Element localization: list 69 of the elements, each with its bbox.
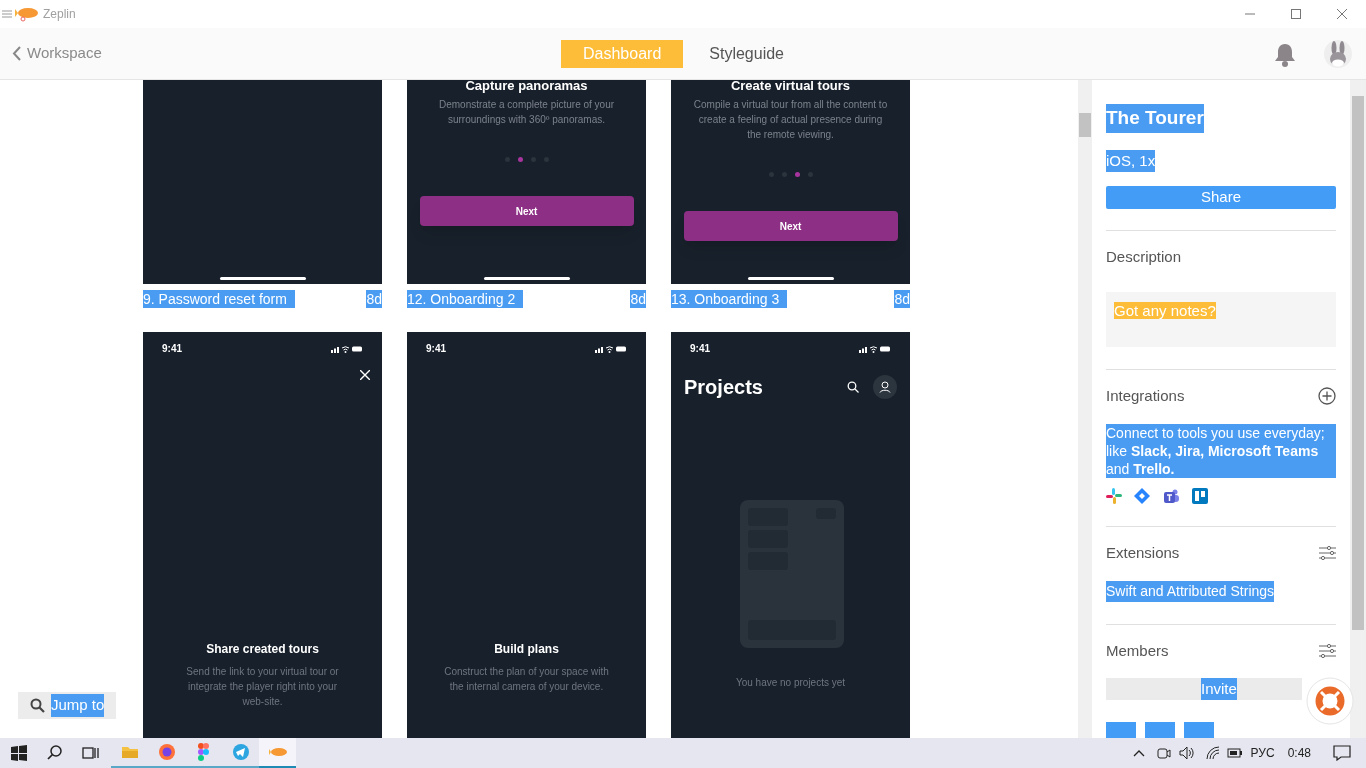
settings-sliders-icon[interactable]	[1319, 644, 1336, 659]
search-icon	[30, 698, 45, 713]
settings-sliders-icon[interactable]	[1319, 545, 1336, 560]
platform-label: iOS, 1x	[1106, 149, 1156, 172]
screen-description: Send the link to your virtual tour or integrate the player right into your web-site.	[185, 665, 340, 709]
jump-to-label: Jump to	[51, 694, 105, 717]
section-title: Integrations	[1106, 386, 1185, 406]
screen-title: Build plans	[494, 641, 559, 658]
artboard-age: 8d	[894, 290, 910, 308]
screen-title: Create virtual tours	[730, 80, 851, 93]
telegram-icon	[231, 743, 250, 761]
status-time: 9:41	[690, 342, 710, 356]
zeppelin-icon	[15, 6, 39, 22]
task-view-icon[interactable]	[82, 745, 99, 761]
section-title: Members	[1106, 641, 1169, 661]
teams-icon[interactable]	[1162, 487, 1180, 504]
search-icon[interactable]	[847, 381, 859, 393]
profile-icon[interactable]	[873, 375, 897, 399]
chevron-up-icon[interactable]	[1132, 749, 1145, 757]
artboard-screen[interactable]: 9:41 Build plans Construct the plan of your space with the internal camera of your device.	[407, 332, 646, 738]
scrollbar[interactable]	[1350, 80, 1366, 738]
search-icon[interactable]	[47, 745, 63, 761]
artboard-screen[interactable]: Create virtual tours Compile a virtual tour from all the content to create a feeling of actual presence during the remote viewing. Next	[671, 80, 910, 284]
avatar-icon[interactable]	[1324, 39, 1352, 68]
notes-placeholder: Got any notes?	[1114, 302, 1216, 319]
language-indicator[interactable]: РУС	[1250, 744, 1275, 762]
nav-tab[interactable]: Styleguide	[687, 40, 806, 68]
volume-icon[interactable]	[1178, 746, 1195, 760]
trello-icon[interactable]	[1192, 487, 1208, 504]
screen-description: Compile a virtual tour from all the content to create a feeling of actual presence during the remote viewing.	[692, 98, 889, 142]
status-time: 9:41	[426, 342, 446, 356]
artboard-screen[interactable]: 9:41 Projects You have no projects yet	[671, 332, 910, 738]
integrations-description: Connect to tools you use everyday; like Slack, Jira, Microsoft Teams and Trello.	[1106, 423, 1336, 478]
artboard-screen[interactable]: Capture panoramas Demonstrate a complete picture of your surroundings with 360º panoramas. Next	[407, 80, 646, 284]
lifebuoy-icon[interactable]	[1306, 677, 1354, 725]
battery-icon[interactable]	[1226, 748, 1243, 758]
next-button[interactable]: Next	[419, 196, 634, 226]
scrollbar[interactable]	[1078, 80, 1092, 738]
artboard-age: 8d	[366, 290, 382, 308]
empty-state-text: You have no projects yet	[734, 676, 847, 690]
wifi-icon[interactable]	[1204, 746, 1221, 760]
window-title: Zeplin	[43, 6, 76, 23]
screen-title: Projects	[684, 375, 764, 400]
screen-title: Capture panoramas	[465, 80, 588, 93]
status-icons-icon	[595, 344, 627, 353]
firefox-icon	[157, 743, 176, 761]
screen-title: Share created tours	[206, 641, 319, 658]
status-time: 9:41	[162, 342, 182, 356]
project-title: The Tourer	[1106, 104, 1204, 133]
screen-description: Demonstrate a complete picture of your surroundings with 360º panoramas.	[437, 98, 616, 127]
windows-icon[interactable]	[11, 745, 27, 761]
notification-icon[interactable]	[1333, 745, 1351, 761]
plus-circle-icon[interactable]	[1318, 387, 1336, 406]
taskbar-button[interactable]	[259, 738, 296, 768]
artboard-screen[interactable]: 9:41 Share created tours Send the link to your virtual tour or integrate the player right into your web-site.	[143, 332, 382, 738]
screen-description: Construct the plan of your space with the internal camera of your device.	[443, 665, 610, 694]
diamond-icon[interactable]	[1134, 487, 1150, 504]
status-icons-icon	[859, 344, 891, 353]
section-title: Extensions	[1106, 542, 1180, 563]
slack-icon[interactable]	[1106, 487, 1122, 504]
clock[interactable]: 0:48	[1287, 744, 1311, 762]
status-icons-icon	[331, 344, 363, 353]
maximize-icon[interactable]	[1290, 8, 1302, 20]
invite-label: Invite	[1201, 677, 1237, 700]
meet-icon[interactable]	[1156, 745, 1171, 761]
next-button[interactable]: Next	[683, 211, 898, 241]
chevron-left-icon	[12, 46, 21, 61]
artboard-age: 8d	[630, 290, 646, 308]
section-title: Description	[1106, 246, 1182, 267]
